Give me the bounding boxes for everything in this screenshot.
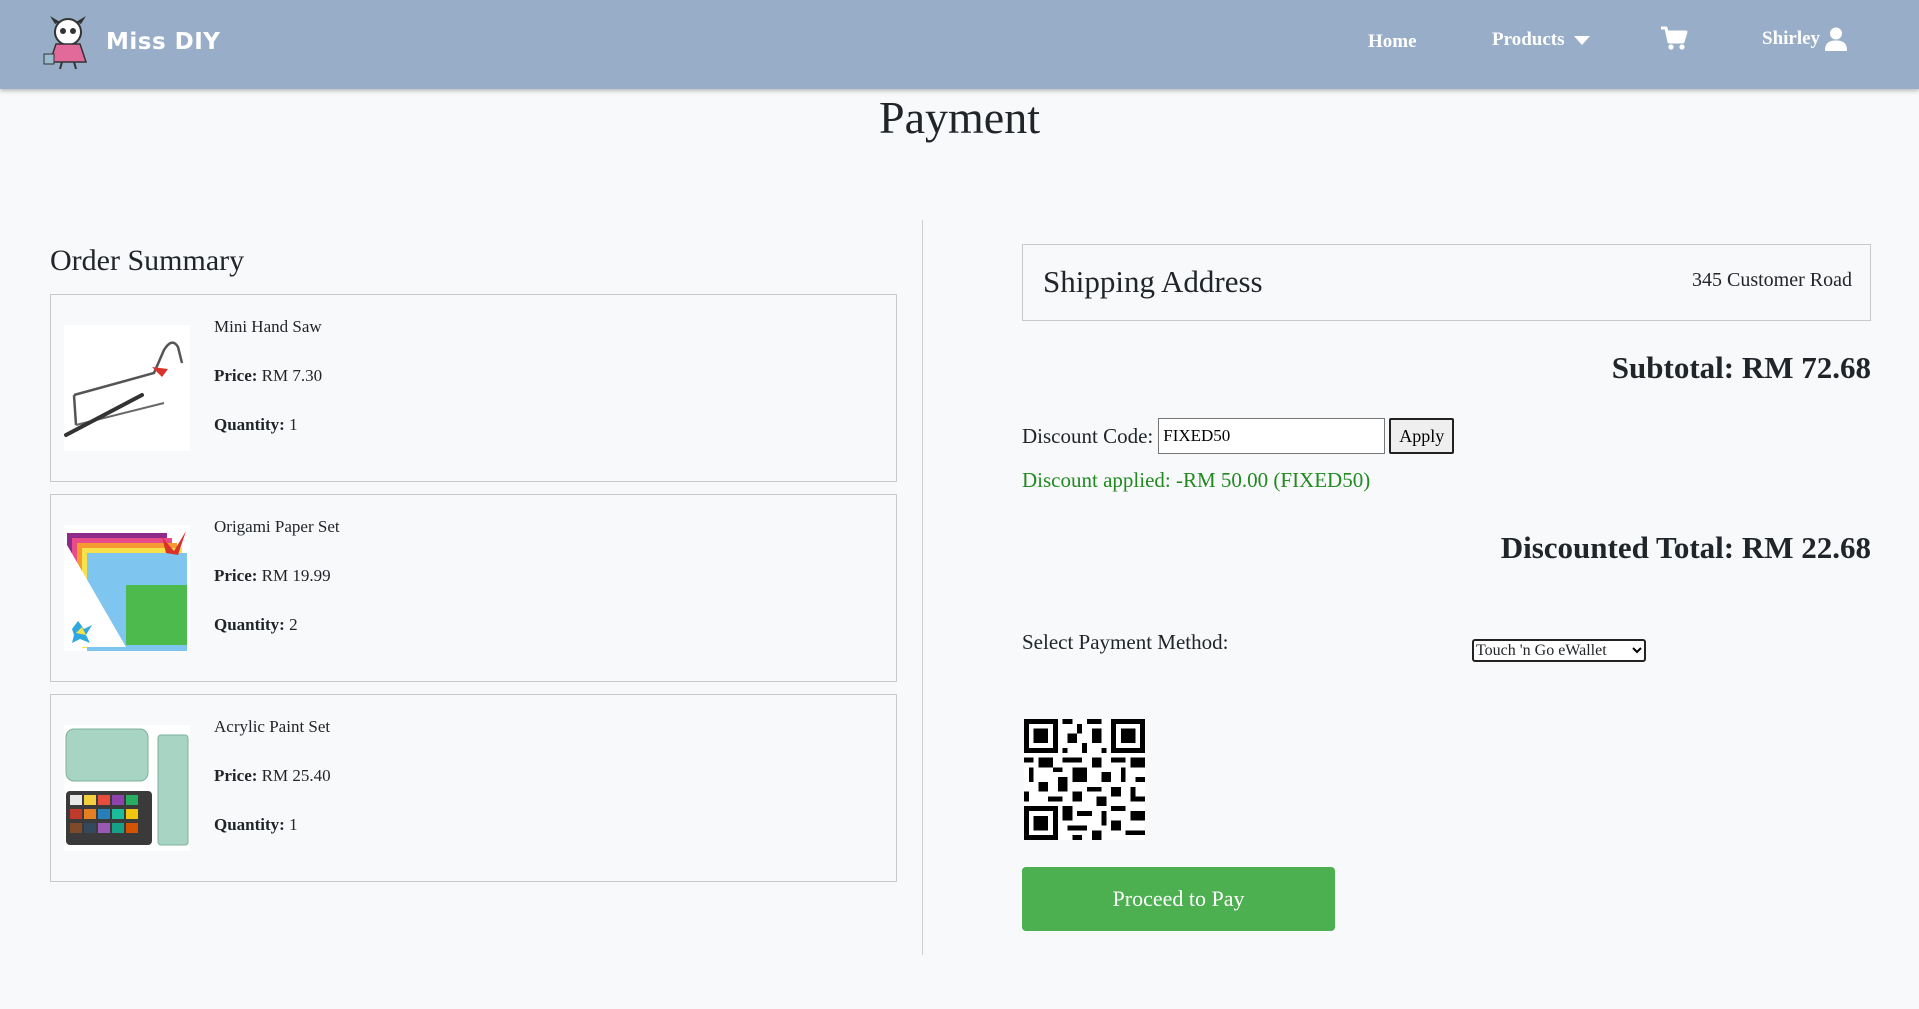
order-item-card: Origami Paper Set Price: RM 19.99 Quanti…	[50, 494, 897, 682]
item-quantity: 2	[289, 615, 298, 634]
nav-home-label: Home	[1368, 31, 1417, 52]
item-price: RM 19.99	[261, 566, 331, 585]
payment-method-select[interactable]: Touch 'n Go eWallet	[1472, 639, 1646, 662]
payment-method-selected: Touch 'n Go eWallet	[1476, 641, 1607, 659]
item-quantity-row: Quantity: 2	[214, 615, 340, 664]
quantity-label: Quantity:	[214, 815, 285, 834]
item-price-row: Price: RM 19.99	[214, 566, 340, 615]
item-quantity-row: Quantity: 1	[214, 815, 331, 864]
order-item-info: Origami Paper Set Price: RM 19.99 Quanti…	[214, 517, 340, 664]
price-label: Price:	[214, 766, 258, 785]
apply-discount-button[interactable]: Apply	[1389, 418, 1455, 454]
payment-method-label: Select Payment Method:	[1022, 630, 1229, 654]
product-image-hand-saw	[64, 325, 190, 451]
item-price: RM 25.40	[261, 766, 331, 785]
nav-home[interactable]: Home	[1368, 31, 1417, 53]
item-name: Acrylic Paint Set	[214, 717, 331, 736]
discounted-total: Discounted Total: RM 22.68	[1500, 530, 1871, 565]
shipping-address-box: Shipping Address 345 Customer Road	[1022, 244, 1871, 321]
nav-products-label: Products	[1492, 29, 1565, 50]
quantity-label: Quantity:	[214, 615, 285, 634]
product-image-paint-set	[64, 725, 190, 851]
navbar: Miss DIY Home Products Shirley	[0, 0, 1919, 89]
order-item-card: Acrylic Paint Set Price: RM 25.40 Quanti…	[50, 694, 897, 882]
discount-applied-message: Discount applied: -RM 50.00 (FIXED50)	[1022, 468, 1371, 492]
shopping-cart-icon	[1661, 26, 1688, 50]
item-quantity: 1	[289, 815, 298, 834]
column-divider	[922, 220, 923, 955]
brand[interactable]: Miss DIY	[42, 14, 220, 70]
chevron-down-icon	[1632, 647, 1642, 654]
price-label: Price:	[214, 366, 258, 385]
discount-code-input[interactable]	[1158, 418, 1386, 454]
proceed-to-pay-button[interactable]: Proceed to Pay	[1022, 867, 1335, 931]
product-image-origami-paper	[64, 525, 190, 651]
item-quantity-row: Quantity: 1	[214, 415, 322, 464]
caret-down-icon	[1574, 35, 1591, 45]
shipping-address-value: 345 Customer Road	[1692, 269, 1852, 291]
item-quantity: 1	[289, 415, 298, 434]
nav-cart[interactable]	[1660, 26, 1688, 52]
order-item-info: Acrylic Paint Set Price: RM 25.40 Quanti…	[214, 717, 331, 864]
nav-products-dropdown[interactable]: Products	[1492, 29, 1591, 51]
item-name: Origami Paper Set	[214, 517, 340, 536]
order-item-card: Mini Hand Saw Price: RM 7.30 Quantity: 1	[50, 294, 897, 482]
price-label: Price:	[214, 566, 258, 585]
nav-user-account[interactable]: Shirley	[1762, 27, 1848, 51]
item-price-row: Price: RM 7.30	[214, 366, 322, 415]
brand-name: Miss DIY	[106, 29, 221, 55]
brand-logo-icon	[43, 16, 88, 70]
subtotal: Subtotal: RM 72.68	[1611, 350, 1871, 385]
page-title: Payment	[879, 92, 1040, 143]
discount-row: Discount Code: Apply	[1022, 418, 1455, 454]
qr-code-icon	[1024, 719, 1145, 840]
order-item-info: Mini Hand Saw Price: RM 7.30 Quantity: 1	[214, 317, 322, 464]
item-price: RM 7.30	[261, 366, 323, 385]
user-name: Shirley	[1762, 28, 1821, 49]
order-summary-heading: Order Summary	[50, 244, 245, 277]
shipping-address-title: Shipping Address	[1043, 264, 1263, 299]
quantity-label: Quantity:	[214, 415, 285, 434]
discount-code-label: Discount Code:	[1022, 423, 1154, 448]
item-name: Mini Hand Saw	[214, 317, 322, 336]
item-price-row: Price: RM 25.40	[214, 766, 331, 815]
user-icon	[1825, 27, 1848, 51]
